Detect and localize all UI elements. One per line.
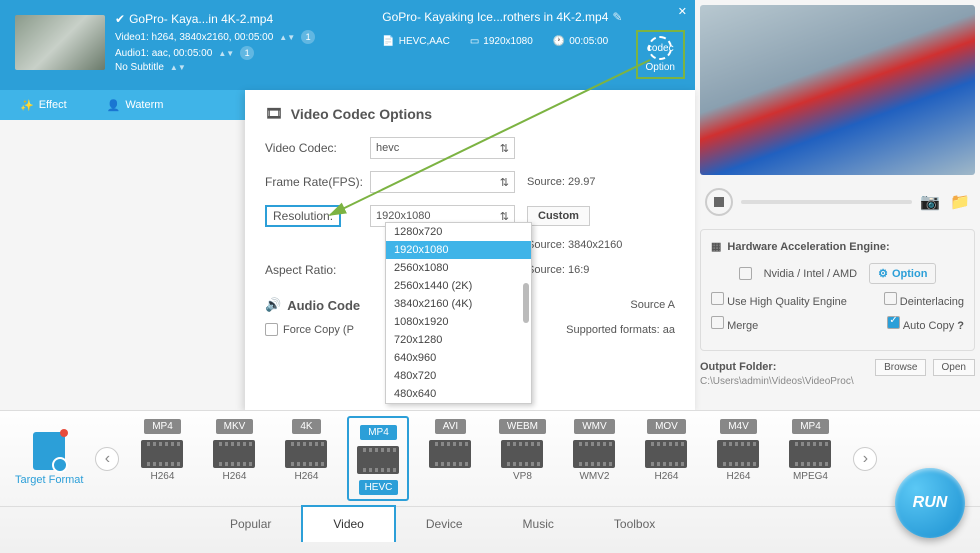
- prev-arrow[interactable]: ‹: [95, 447, 119, 471]
- fps-label: Frame Rate(FPS):: [265, 175, 370, 189]
- supported-formats: Supported formats: aa: [566, 324, 675, 336]
- run-button[interactable]: RUN: [895, 468, 965, 538]
- next-arrow[interactable]: ›: [853, 447, 877, 471]
- resolution-option[interactable]: 480x720: [386, 367, 531, 385]
- res-source: Source: 3840x2160: [527, 239, 622, 251]
- effect-button[interactable]: ✨ Effect: [20, 99, 67, 112]
- resolution-option[interactable]: 640x960: [386, 349, 531, 367]
- stop-button[interactable]: [705, 188, 733, 216]
- audio-track-info: Audio1: aac, 00:05:00: [115, 48, 212, 59]
- watermark-button[interactable]: 👤 Waterm: [107, 99, 164, 112]
- seek-slider[interactable]: [741, 200, 912, 204]
- close-icon[interactable]: ✕: [678, 5, 687, 18]
- aspect-source: Source: 16:9: [527, 264, 589, 276]
- aspect-label: Aspect Ratio:: [265, 263, 370, 277]
- format-bar: Target Format ‹ MP4H264MKVH2644KH264MP4H…: [0, 410, 980, 553]
- resolution-option[interactable]: 2560x1080: [386, 259, 531, 277]
- speaker-icon: 🔊: [265, 297, 281, 313]
- folder-icon[interactable]: 📁: [950, 192, 970, 212]
- codec-option-button[interactable]: codec Option: [636, 30, 685, 79]
- camera-icon[interactable]: 📷: [920, 192, 940, 212]
- updown-icon[interactable]: ▲▼: [170, 63, 186, 72]
- tab-toolbox[interactable]: Toolbox: [584, 507, 685, 544]
- resolution-label: Resolution:: [265, 209, 370, 223]
- format-card[interactable]: WEBMVP8: [491, 416, 553, 501]
- gear-icon: codec: [648, 36, 672, 60]
- format-card[interactable]: WMVWMV2: [563, 416, 625, 501]
- vendor-label: Nvidia / Intel / AMD: [764, 268, 858, 280]
- video-badge[interactable]: 1: [301, 30, 315, 44]
- video-codec-select[interactable]: hevc⇅: [370, 137, 515, 159]
- format-card[interactable]: 4KH264: [275, 416, 337, 501]
- resolution-dropdown: 1280x7201920x10802560x10802560x1440 (2K)…: [385, 222, 532, 404]
- vendor-checkbox[interactable]: [739, 267, 752, 280]
- format-card[interactable]: MP4HEVC: [347, 416, 409, 501]
- resolution-option[interactable]: 1080x1920: [386, 313, 531, 331]
- source-audio-label: Source A: [630, 299, 675, 311]
- resolution-option[interactable]: 480x640: [386, 385, 531, 403]
- open-button[interactable]: Open: [933, 359, 975, 376]
- merge-checkbox[interactable]: [711, 316, 724, 329]
- target-format-label: Target Format: [15, 432, 83, 486]
- tab-popular[interactable]: Popular: [200, 507, 301, 544]
- format-card[interactable]: M4VH264: [707, 416, 769, 501]
- chip-icon: ▦: [711, 240, 721, 253]
- force-copy-label: Force Copy (P: [283, 324, 354, 336]
- subtitle-info: No Subtitle: [115, 62, 164, 73]
- video-preview: [700, 5, 975, 175]
- tab-device[interactable]: Device: [396, 507, 493, 544]
- deint-checkbox[interactable]: [884, 292, 897, 305]
- format-card[interactable]: MKVH264: [203, 416, 265, 501]
- source-thumbnail: [15, 15, 105, 70]
- gear-icon: ⚙: [878, 267, 888, 280]
- resolution-option[interactable]: 2560x1440 (2K): [386, 277, 531, 295]
- tab-video[interactable]: Video: [301, 505, 395, 542]
- updown-icon[interactable]: ▲▼: [218, 49, 234, 58]
- resolution-option[interactable]: 3840x2160 (4K): [386, 295, 531, 313]
- help-icon[interactable]: ?: [957, 320, 964, 332]
- resolution-meta: ▭ 1920x1080: [470, 36, 533, 47]
- resolution-option[interactable]: 1920x1080: [386, 241, 531, 259]
- fps-select[interactable]: ⇅: [370, 171, 515, 193]
- tab-music[interactable]: Music: [493, 507, 584, 544]
- resolution-option[interactable]: 720x1280: [386, 331, 531, 349]
- hardware-panel: ▦ Hardware Acceleration Engine: Nvidia /…: [700, 229, 975, 351]
- codec-meta: 📄 HEVC,AAC: [382, 36, 450, 47]
- autocopy-checkbox[interactable]: [887, 316, 900, 329]
- video-codec-label: Video Codec:: [265, 141, 370, 155]
- browse-button[interactable]: Browse: [875, 359, 926, 376]
- duration-meta: 🕐 00:05:00: [553, 36, 608, 47]
- check-icon: ✔: [115, 12, 125, 26]
- format-card[interactable]: AVI: [419, 416, 481, 501]
- output-file-title: GoPro- Kayaking Ice...rothers in 4K-2.mp…: [382, 10, 608, 24]
- fps-source: Source: 29.97: [527, 176, 596, 188]
- film-icon: 🎞: [265, 105, 283, 122]
- format-card[interactable]: MP4H264: [131, 416, 193, 501]
- scrollbar[interactable]: [523, 283, 529, 323]
- force-copy-checkbox[interactable]: [265, 323, 278, 336]
- hq-checkbox[interactable]: [711, 292, 724, 305]
- resolution-option[interactable]: 1280x720: [386, 223, 531, 241]
- pencil-icon[interactable]: ✎: [612, 10, 622, 24]
- file1-title: GoPro- Kaya...in 4K-2.mp4: [129, 12, 273, 26]
- custom-button[interactable]: Custom: [527, 206, 590, 226]
- audio-badge[interactable]: 1: [240, 46, 254, 60]
- target-format-icon: [33, 432, 65, 470]
- output-folder-label: Output Folder:: [700, 361, 776, 373]
- format-card[interactable]: MP4MPEG4: [779, 416, 841, 501]
- source-header: ✔ GoPro- Kaya...in 4K-2.mp4 Video1: h264…: [0, 0, 695, 90]
- format-card[interactable]: MOVH264: [635, 416, 697, 501]
- hw-option-button[interactable]: ⚙ Option: [869, 263, 936, 284]
- updown-icon[interactable]: ▲▼: [279, 33, 295, 42]
- output-path: C:\Users\admin\Videos\VideoProc\: [700, 376, 975, 387]
- video-track-info: Video1: h264, 3840x2160, 00:05:00: [115, 32, 273, 43]
